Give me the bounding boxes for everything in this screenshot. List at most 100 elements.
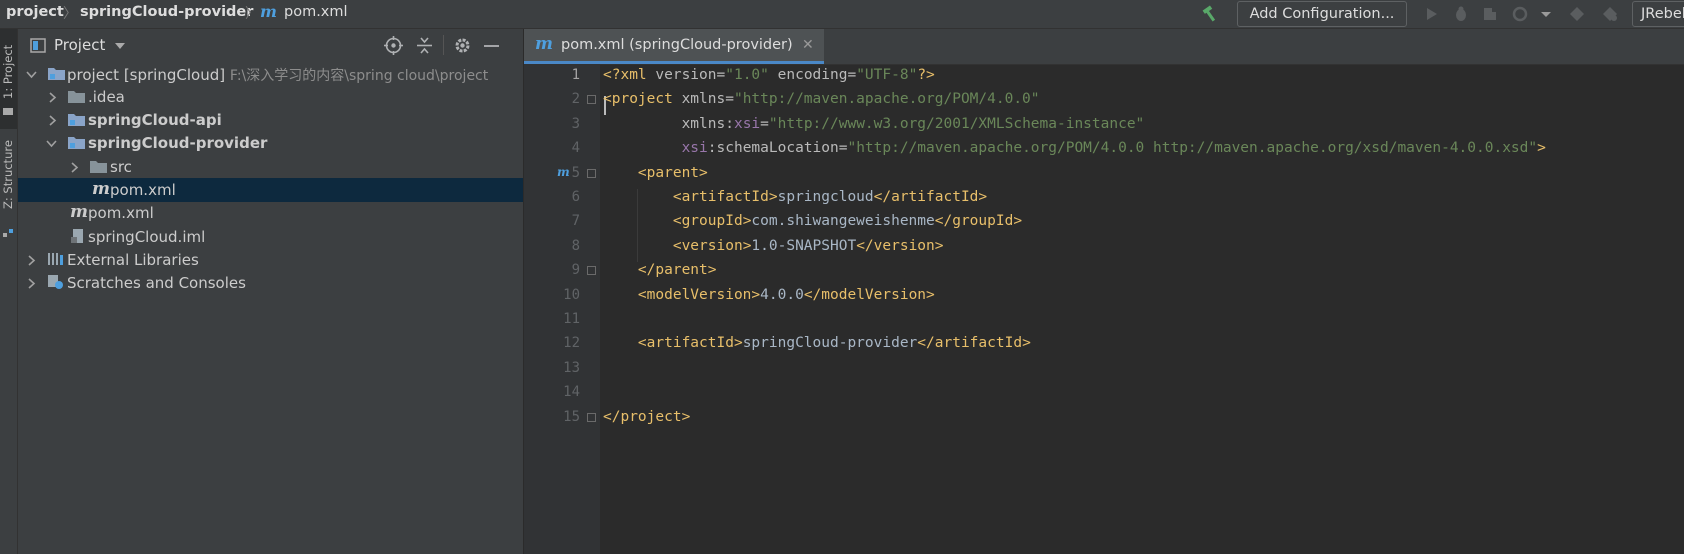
tree-label-text: project [springCloud] — [67, 66, 226, 84]
project-panel-header: Project — [18, 29, 523, 61]
locate-file-icon[interactable] — [384, 36, 403, 55]
project-tool-window: Project project [springCloud] F:\深入学习的内容… — [18, 29, 524, 554]
tree-label: External Libraries — [67, 251, 199, 269]
hide-panel-icon[interactable] — [483, 36, 500, 55]
tool-window-stripe: 1: Project Z: Structure — [0, 29, 18, 554]
tree-node-scratches[interactable]: Scratches and Consoles — [18, 271, 523, 295]
folder-icon — [90, 161, 107, 173]
chevron-right-icon[interactable] — [70, 162, 79, 173]
code-line: <modelVersion>4.0.0</modelVersion> — [637, 286, 935, 303]
code-line: <version>1.0-SNAPSHOT</version> — [672, 237, 944, 254]
fold-marker-icon[interactable] — [587, 95, 596, 105]
fold-marker-icon[interactable] — [587, 266, 596, 276]
collapse-all-icon[interactable] — [415, 36, 434, 55]
tree-label: pom.xml — [88, 204, 154, 222]
run-icon[interactable] — [1422, 5, 1440, 23]
code-line: </parent> — [637, 262, 717, 279]
chevron-right-icon[interactable] — [48, 92, 57, 103]
line-number: 13 — [563, 359, 580, 376]
tree-node-external-libraries[interactable]: External Libraries — [18, 248, 523, 272]
code-line: <parent> — [637, 164, 708, 181]
tree-label: springCloud.iml — [88, 228, 206, 246]
code-line: xsi:schemaLocation="http://maven.apache.… — [681, 140, 1546, 157]
tree-node-src[interactable]: src — [18, 155, 523, 179]
jrebel-button[interactable]: JRebel — [1632, 1, 1684, 27]
indent-guide — [637, 189, 638, 263]
fold-marker-icon[interactable] — [587, 412, 596, 422]
maven-parent-gutter-icon[interactable]: m — [557, 165, 570, 179]
code-line: <artifactId>springCloud-provider</artifa… — [637, 335, 1031, 352]
maven-icon: m — [92, 179, 110, 199]
breadcrumb-module[interactable]: springCloud-provider — [80, 4, 253, 20]
tree-label: src — [110, 158, 132, 176]
line-number: 1 — [571, 67, 580, 83]
scratches-icon — [48, 275, 63, 289]
folder-icon — [68, 91, 85, 103]
close-icon[interactable]: ✕ — [802, 37, 814, 53]
line-number: 10 — [563, 286, 580, 303]
line-number-gutter: 1 2 3 4 5 m 6 7 8 9 10 11 12 13 14 15 — [524, 64, 600, 554]
jrebel-debug-icon[interactable] — [1601, 5, 1619, 23]
tree-node-provider-pom[interactable]: m pom.xml — [18, 178, 523, 202]
folder-icon — [3, 108, 13, 115]
stripe-project-label[interactable]: 1: Project — [1, 45, 15, 99]
jrebel-run-icon[interactable] — [1568, 5, 1586, 23]
tree-node-springcloud-api[interactable]: springCloud-api — [18, 108, 523, 132]
chevron-down-icon[interactable] — [26, 70, 37, 79]
module-folder-icon — [48, 68, 65, 80]
tree-label: Scratches and Consoles — [67, 274, 246, 292]
module-folder-icon — [68, 137, 85, 149]
line-number: 11 — [563, 311, 580, 327]
code-line: <project xmlns="http://maven.apache.org/… — [603, 91, 1040, 108]
tree-node-path: F:\深入学习的内容\spring cloud\project — [229, 68, 489, 84]
navigation-bar: project 〉 springCloud-provider 〉 m pom.x… — [0, 0, 1684, 29]
line-number: 15 — [563, 408, 580, 425]
chevron-right-icon[interactable] — [27, 255, 36, 266]
tree-node-root-pom[interactable]: m pom.xml — [18, 201, 523, 225]
editor-tab-pom[interactable]: m pom.xml (springCloud-provider) ✕ — [524, 29, 824, 64]
tab-label: pom.xml (springCloud-provider) — [561, 37, 793, 53]
code-line: <?xml version="1.0" encoding="UTF-8"?> — [603, 67, 935, 83]
line-number: 7 — [571, 213, 580, 230]
structure-icon — [3, 229, 13, 237]
toolbar-divider — [443, 35, 444, 55]
chevron-right-icon[interactable] — [48, 115, 57, 126]
editor-area: m pom.xml (springCloud-provider) ✕ 12345… — [524, 29, 1684, 554]
dropdown-icon[interactable] — [1540, 5, 1552, 23]
code-line: <artifactId>springcloud</artifactId> — [672, 189, 988, 205]
editor-tab-bar: m pom.xml (springCloud-provider) ✕ — [524, 29, 1684, 65]
libraries-icon — [48, 253, 63, 265]
chevron-right-icon[interactable] — [27, 278, 36, 289]
line-number: 12 — [563, 335, 580, 352]
breadcrumb-separator-icon: 〉 — [245, 6, 259, 22]
coverage-icon[interactable] — [1481, 5, 1499, 23]
line-number: 14 — [563, 384, 580, 401]
debug-icon[interactable] — [1452, 5, 1470, 23]
tree-node-iml[interactable]: springCloud.iml — [18, 225, 523, 249]
tree-node-project-root[interactable]: project [springCloud] F:\深入学习的内容\spring … — [18, 62, 523, 86]
fold-marker-icon[interactable] — [587, 168, 596, 178]
build-hammer-icon[interactable] — [1201, 5, 1219, 23]
line-number: 8 — [571, 237, 580, 254]
project-view-selector[interactable]: Project — [54, 36, 105, 54]
chevron-down-icon[interactable] — [46, 139, 57, 148]
gear-icon[interactable] — [453, 36, 472, 55]
tree-label: springCloud-api — [88, 111, 222, 129]
code-line: </project> — [603, 408, 691, 425]
maven-icon: m — [260, 2, 277, 21]
stripe-structure-label[interactable]: Z: Structure — [1, 140, 15, 209]
add-configuration-button[interactable]: Add Configuration... — [1237, 1, 1407, 27]
maven-icon: m — [70, 202, 88, 222]
tree-node-springcloud-provider[interactable]: springCloud-provider — [18, 131, 523, 155]
chevron-down-icon[interactable] — [114, 41, 126, 51]
code-line: <groupId>com.shiwangeweishenme</groupId> — [672, 213, 1023, 230]
breadcrumb-file[interactable]: pom.xml — [284, 4, 348, 20]
profile-icon[interactable] — [1511, 5, 1529, 23]
line-number: 2 — [571, 91, 580, 108]
tree-label: project [springCloud] F:\深入学习的内容\spring … — [67, 65, 488, 85]
project-view-icon — [30, 38, 46, 53]
tree-node-idea[interactable]: .idea — [18, 85, 523, 109]
line-number: 3 — [571, 115, 580, 132]
line-number: 6 — [571, 189, 580, 205]
breadcrumb-project[interactable]: project — [6, 4, 64, 20]
